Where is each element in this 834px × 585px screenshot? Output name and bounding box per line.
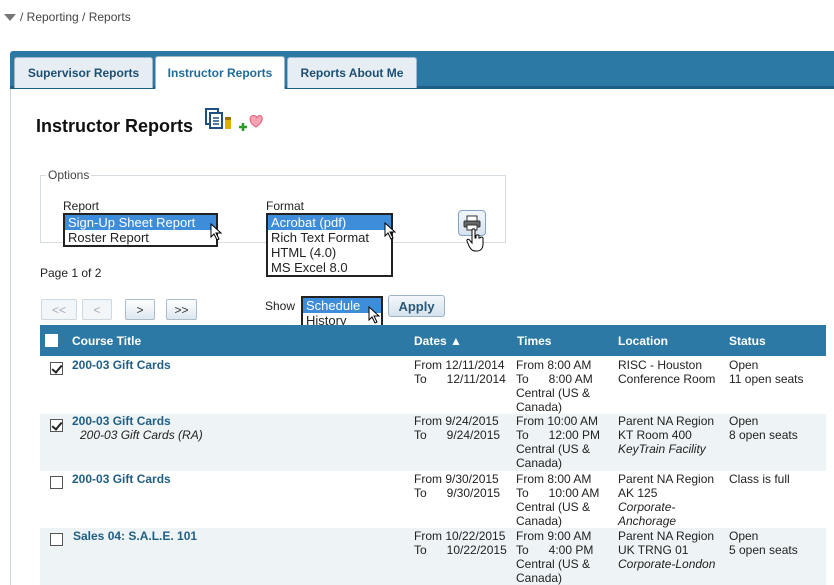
next-page-button[interactable]: >	[125, 299, 155, 320]
row-checkbox[interactable]	[50, 419, 63, 432]
report-option-roster[interactable]: Roster Report	[65, 230, 216, 245]
time-to: To 4:00 PM	[516, 543, 593, 557]
tab-bar: Supervisor Reports Instructor Reports Re…	[10, 51, 834, 89]
mouse-pointer-icon	[210, 223, 224, 241]
header-status: Status	[729, 334, 766, 348]
location-room: Conference Room	[618, 372, 715, 386]
copy-reports-icon[interactable]	[204, 108, 234, 132]
time-zone-cont: Canada)	[516, 571, 562, 585]
tab-instructor-reports[interactable]: Instructor Reports	[155, 56, 285, 89]
status-text: Open	[729, 414, 758, 428]
date-to: To 9/24/2015	[414, 428, 500, 442]
course-title-link[interactable]: 200-03 Gift Cards	[72, 414, 171, 428]
location-facility: KeyTrain Facility	[618, 442, 706, 456]
header-dates[interactable]: Dates ▲	[414, 334, 462, 348]
format-option-excel[interactable]: MS Excel 8.0	[268, 260, 391, 275]
header-times: Times	[517, 334, 551, 348]
first-page-button[interactable]: <<	[41, 299, 77, 320]
apply-button[interactable]: Apply	[388, 295, 445, 317]
time-to: To 8:00 AM	[516, 372, 593, 386]
row-checkbox[interactable]	[50, 476, 63, 489]
table-row: 200-03 Gift Cards From 9/30/2015 To 9/30…	[40, 471, 826, 528]
location-name: Parent NA Region	[618, 414, 714, 428]
table-row: Sales 04: S.A.L.E. 101 From 10/22/2015 T…	[40, 528, 826, 585]
time-from: From 9:00 AM	[516, 529, 591, 543]
report-label: Report	[63, 199, 99, 213]
table-header: Course Title Dates ▲ Times Location Stat…	[40, 325, 826, 356]
report-select[interactable]: Sign-Up Sheet Report Roster Report	[63, 213, 218, 247]
previous-page-button[interactable]: <	[82, 299, 112, 320]
time-zone-cont: Canada)	[516, 514, 562, 528]
location-facility: Corporate-London	[618, 557, 715, 571]
date-to: To 12/11/2014	[414, 372, 506, 386]
format-label: Format	[266, 199, 304, 213]
date-from: From 10/22/2015	[414, 529, 505, 543]
header-location: Location	[618, 334, 668, 348]
select-all-checkbox[interactable]	[45, 334, 58, 347]
date-to: To 10/22/2015	[414, 543, 507, 557]
location-room: UK TRNG 01	[618, 543, 688, 557]
options-legend: Options	[46, 168, 91, 182]
tab-supervisor-reports[interactable]: Supervisor Reports	[14, 57, 153, 88]
last-page-button[interactable]: >>	[166, 299, 197, 320]
course-title-link[interactable]: 200-03 Gift Cards	[72, 472, 171, 486]
report-option-sign-up[interactable]: Sign-Up Sheet Report	[65, 215, 216, 230]
status-text: Open	[729, 529, 758, 543]
date-from: From 9/30/2015	[414, 472, 499, 486]
location-name: RISC - Houston	[618, 358, 702, 372]
status-seats: 11 open seats	[729, 372, 804, 386]
status-text: Class is full	[729, 472, 790, 486]
format-option-html[interactable]: HTML (4.0)	[268, 245, 391, 260]
collapse-triangle-icon[interactable]	[4, 14, 16, 21]
breadcrumb-text[interactable]: / Reporting / Reports	[20, 10, 131, 24]
time-zone: Central (US &	[516, 500, 590, 514]
location-room: AK 125	[618, 486, 657, 500]
date-from: From 9/24/2015	[414, 414, 499, 428]
location-name: Parent NA Region	[618, 472, 714, 486]
status-seats: 8 open seats	[729, 428, 798, 442]
mouse-pointer-icon	[384, 222, 398, 240]
hand-pointer-icon	[466, 228, 486, 252]
page-title: Instructor Reports	[36, 116, 193, 137]
time-zone-cont: Canada)	[516, 400, 562, 414]
breadcrumb: / Reporting / Reports	[4, 10, 131, 24]
table-row: 200-03 Gift Cards 200-03 Gift Cards (RA)…	[40, 414, 826, 471]
show-label: Show	[265, 299, 295, 313]
course-title-link[interactable]: 200-03 Gift Cards	[72, 358, 171, 372]
format-option-rtf[interactable]: Rich Text Format	[268, 230, 391, 245]
row-checkbox[interactable]	[50, 362, 63, 375]
format-option-pdf[interactable]: Acrobat (pdf)	[268, 215, 391, 230]
time-zone: Central (US &	[516, 557, 590, 571]
time-zone-cont: Canada)	[516, 456, 562, 470]
location-facility: Corporate-	[618, 500, 675, 514]
status-seats: 5 open seats	[729, 543, 798, 557]
time-from: From 8:00 AM	[516, 472, 591, 486]
time-to: To 10:00 AM	[516, 486, 599, 500]
time-to: To 12:00 PM	[516, 428, 600, 442]
location-facility-cont: Anchorage	[618, 514, 676, 528]
time-from: From 10:00 AM	[516, 414, 598, 428]
page-indicator: Page 1 of 2	[40, 266, 101, 280]
course-subtitle: 200-03 Gift Cards (RA)	[80, 428, 203, 442]
status-text: Open	[729, 358, 758, 372]
format-select[interactable]: Acrobat (pdf) Rich Text Format HTML (4.0…	[266, 213, 393, 277]
tab-reports-about-me[interactable]: Reports About Me	[287, 57, 417, 88]
date-from: From 12/11/2014	[414, 358, 505, 372]
time-zone: Central (US &	[516, 442, 590, 456]
location-name: Parent NA Region	[618, 529, 714, 543]
mouse-pointer-icon	[368, 306, 382, 324]
course-title-link[interactable]: Sales 04: S.A.L.E. 101	[73, 529, 197, 543]
time-zone: Central (US &	[516, 386, 590, 400]
table-row: 200-03 Gift Cards From 12/11/2014 To 12/…	[40, 356, 826, 414]
add-favorite-icon[interactable]	[237, 113, 263, 133]
date-to: To 9/30/2015	[414, 486, 500, 500]
row-checkbox[interactable]	[50, 533, 63, 546]
location-room: KT Room 400	[618, 428, 692, 442]
header-course-title[interactable]: Course Title	[72, 334, 141, 348]
time-from: From 8:00 AM	[516, 358, 591, 372]
